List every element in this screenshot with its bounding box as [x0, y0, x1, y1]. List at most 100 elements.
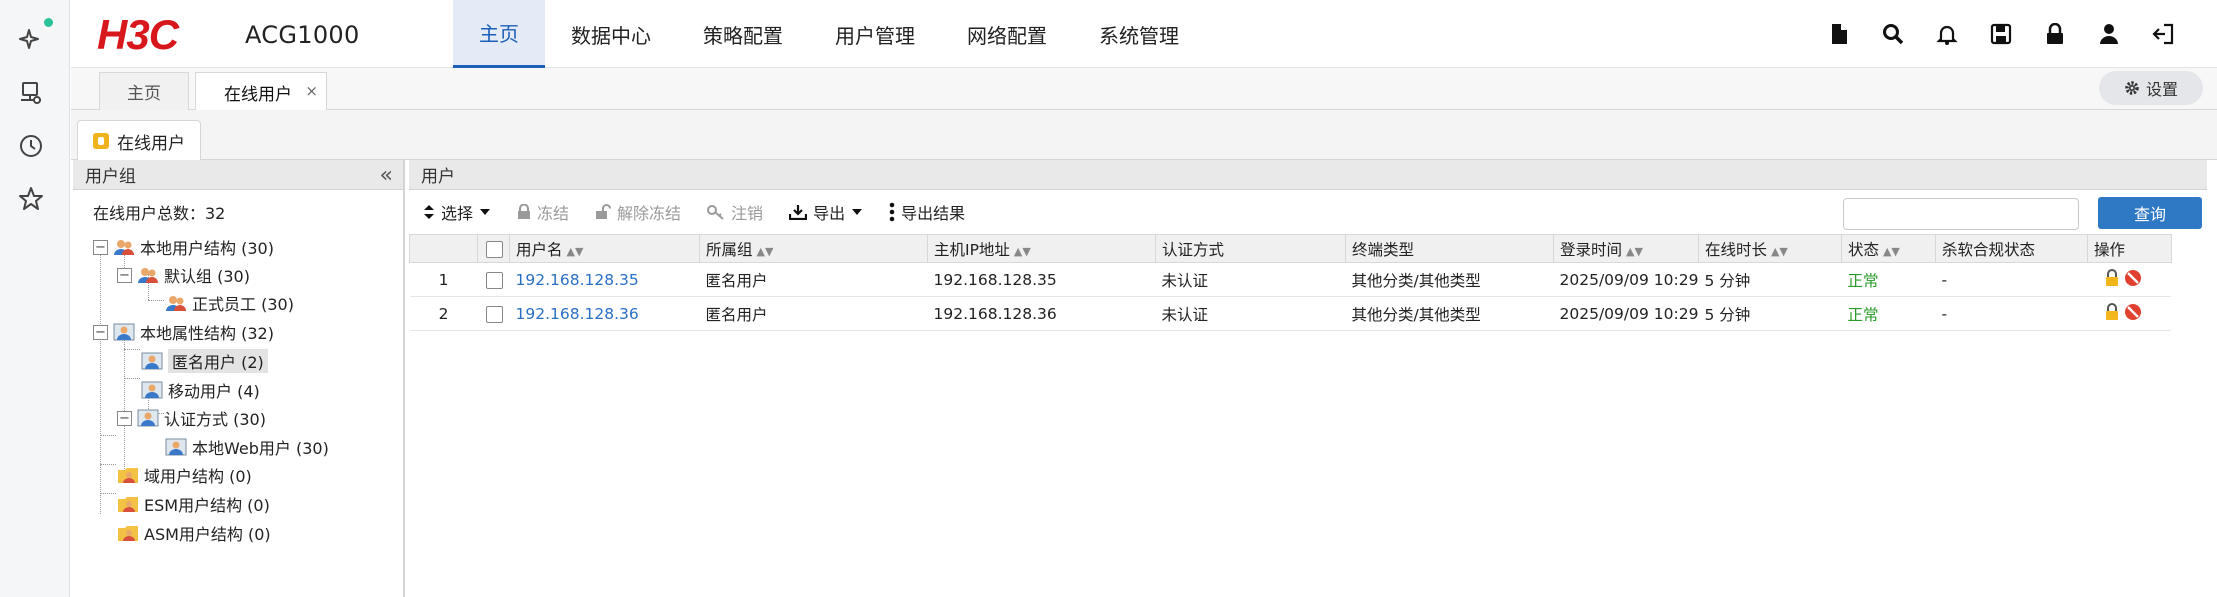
tree-node-default-group[interactable]: − 默认组 (30): [117, 262, 250, 288]
star-icon[interactable]: [16, 184, 46, 214]
settings-button[interactable]: 设置: [2099, 71, 2203, 105]
collapse-toggle[interactable]: −: [117, 410, 132, 426]
subtab-online-users[interactable]: 在线用户: [77, 120, 201, 161]
username-link[interactable]: 192.168.128.36: [509, 296, 700, 331]
tab-online-users[interactable]: 在线用户 ×: [195, 72, 327, 111]
export-result-button[interactable]: 导出结果: [889, 200, 965, 224]
row-checkbox[interactable]: [485, 271, 503, 289]
settings-label: 设置: [2145, 80, 2178, 99]
user-icon[interactable]: [2095, 20, 2123, 48]
col-login-time[interactable]: 登录时间 ▲▼: [1553, 234, 1699, 263]
col-username[interactable]: 用户名 ▲▼: [509, 234, 700, 263]
tree-node-mobile-users[interactable]: 移动用户 (4): [141, 377, 260, 403]
row-index: 2: [409, 296, 478, 331]
col-actions: 操作: [2086, 234, 2172, 263]
nav-network[interactable]: 网络配置: [941, 0, 1073, 68]
cell-auth: 未认证: [1155, 262, 1346, 297]
tree-line: [100, 464, 116, 465]
gear-icon: [2125, 81, 2139, 95]
clock-icon[interactable]: [16, 131, 46, 161]
tree-node-asm-user-structure[interactable]: ASM用户结构 (0): [117, 520, 271, 546]
device-icon[interactable]: [16, 78, 46, 108]
table-row[interactable]: 1 192.168.128.35 匿名用户 192.168.128.35 未认证…: [409, 262, 2172, 297]
sort-icon: ▲▼: [756, 244, 774, 258]
query-button[interactable]: 查询: [2098, 197, 2202, 229]
user-group-panel: 用户组 « 在线用户总数：32 − 本地用户结构 (30) − 默认组 (30)…: [73, 160, 405, 597]
nav-home[interactable]: 主页: [453, 0, 545, 68]
collapse-toggle[interactable]: −: [117, 267, 132, 283]
row-actions: [2087, 296, 2172, 331]
tree-node-local-user-structure[interactable]: − 本地用户结构 (30): [93, 234, 274, 260]
logout-user-button[interactable]: 注销: [707, 200, 763, 224]
tree-node-esm-user-structure[interactable]: ESM用户结构 (0): [117, 491, 270, 517]
tree-line: [100, 435, 116, 436]
nav-user-management[interactable]: 用户管理: [809, 0, 941, 68]
col-av-compliance: 杀软合规状态: [1934, 234, 2088, 263]
col-group[interactable]: 所属组 ▲▼: [699, 234, 928, 263]
tree-node-auth-method[interactable]: − 认证方式 (30): [117, 405, 266, 431]
tree-node-anonymous-users[interactable]: 匿名用户 (2): [141, 348, 268, 374]
cell-ip: 192.168.128.35: [927, 262, 1156, 297]
user-card-icon: [137, 409, 159, 427]
sort-icon: [424, 205, 434, 219]
lock-badge-icon: [93, 133, 109, 149]
table-row[interactable]: 2 192.168.128.36 匿名用户 192.168.128.36 未认证…: [409, 296, 2172, 331]
document-icon[interactable]: [1825, 20, 1853, 48]
logout-icon[interactable]: [2149, 20, 2177, 48]
tree-node-local-web-users[interactable]: 本地Web用户 (30): [165, 434, 329, 460]
search-icon[interactable]: [1879, 20, 1907, 48]
lock-icon[interactable]: [2041, 20, 2069, 48]
user-group-icon: [114, 240, 134, 255]
tree-node-label: 正式员工 (30): [192, 295, 294, 314]
nav-system[interactable]: 系统管理: [1073, 0, 1205, 68]
cell-login-time: 2025/09/09 10:29: [1553, 262, 1699, 297]
tree-node-label: 认证方式 (30): [164, 410, 266, 429]
nav-data-center[interactable]: 数据中心: [545, 0, 677, 68]
caret-down-icon: [480, 209, 491, 215]
more-vertical-icon: [889, 202, 895, 222]
user-card-icon: [113, 323, 135, 341]
cell-auth: 未认证: [1155, 296, 1346, 331]
col-online-duration[interactable]: 在线时长 ▲▼: [1697, 234, 1842, 263]
tree-node-label: 本地Web用户 (30): [192, 439, 329, 458]
freeze-lock-icon[interactable]: [2105, 268, 2145, 287]
select-dropdown-button[interactable]: 选择: [423, 200, 491, 224]
main-nav: 主页 数据中心 策略配置 用户管理 网络配置 系统管理: [453, 0, 1205, 68]
tab-online-users-label: 在线用户: [224, 84, 292, 105]
freeze-button[interactable]: 冻结: [517, 200, 569, 224]
header-tools: [1825, 20, 2177, 48]
user-group-icon: [138, 268, 158, 283]
tree-node-local-attribute-structure[interactable]: − 本地属性结构 (32): [93, 319, 274, 345]
tree-node-label: 本地属性结构 (32): [140, 324, 274, 343]
bell-icon[interactable]: [1933, 20, 1961, 48]
sparkle-icon[interactable]: [16, 25, 46, 55]
tab-home[interactable]: 主页: [99, 72, 189, 110]
col-host-ip[interactable]: 主机IP地址 ▲▼: [927, 234, 1156, 263]
save-icon[interactable]: [1987, 20, 2015, 48]
cell-av: -: [1935, 296, 2088, 331]
close-icon[interactable]: ×: [305, 82, 318, 100]
unfreeze-label: 解除冻结: [617, 204, 682, 223]
tree-node-regular-staff[interactable]: 正式员工 (30): [165, 290, 294, 316]
freeze-lock-icon[interactable]: [2105, 302, 2145, 321]
row-select: [477, 296, 510, 331]
select-all-checkbox[interactable]: [486, 240, 503, 258]
col-terminal-label: 终端类型: [1352, 240, 1415, 259]
users-table: 用户名 ▲▼ 所属组 ▲▼ 主机IP地址 ▲▼ 认证方式 终端类型 登录时间 ▲▼ 在线…: [409, 234, 2172, 331]
download-icon: [789, 205, 808, 220]
col-status[interactable]: 状态 ▲▼: [1840, 234, 1936, 263]
user-card-icon: [141, 352, 163, 370]
collapse-icon[interactable]: «: [380, 163, 393, 188]
collapse-toggle[interactable]: −: [93, 239, 108, 255]
unfreeze-button[interactable]: 解除冻结: [595, 200, 681, 224]
collapse-toggle[interactable]: −: [93, 324, 108, 340]
tree-node-label: 默认组 (30): [164, 267, 250, 286]
username-link[interactable]: 192.168.128.35: [509, 262, 700, 297]
search-input[interactable]: [1843, 198, 2079, 230]
row-checkbox[interactable]: [485, 305, 503, 323]
nav-policy[interactable]: 策略配置: [677, 0, 809, 68]
tree-node-domain-user-structure[interactable]: 域用户结构 (0): [117, 462, 252, 488]
cell-duration: 5 分钟: [1698, 262, 1842, 297]
cell-ip: 192.168.128.36: [927, 296, 1156, 331]
export-dropdown-button[interactable]: 导出: [789, 200, 863, 224]
